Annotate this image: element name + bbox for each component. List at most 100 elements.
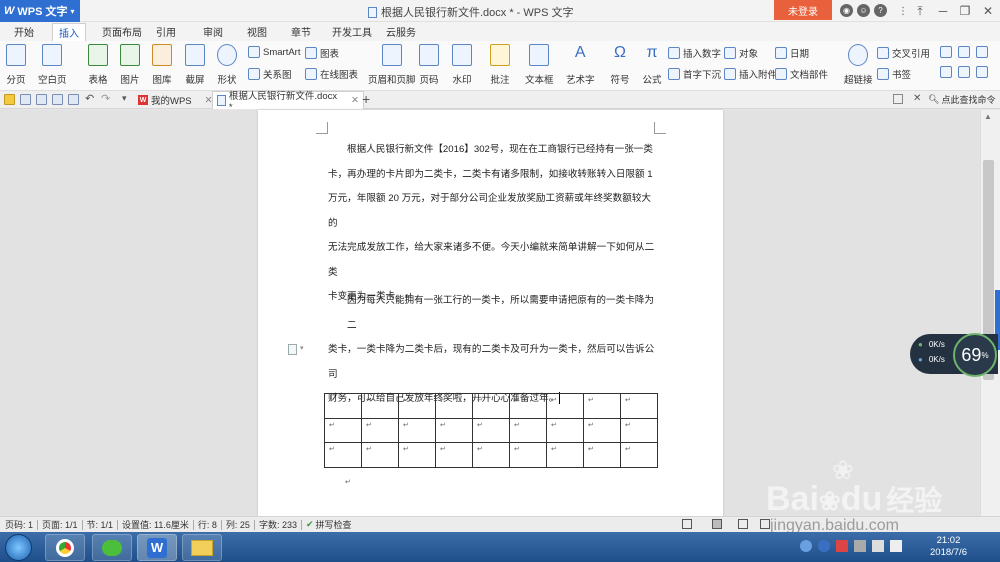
open-icon[interactable] <box>4 94 15 105</box>
symbol-button[interactable]: Ω 符号 <box>610 44 630 86</box>
picture-button[interactable]: 图片 <box>120 44 140 86</box>
status-col[interactable]: 列: 25 <box>226 518 250 531</box>
redo-icon[interactable]: ↷ <box>101 92 110 105</box>
login-button[interactable]: 未登录 <box>774 0 832 20</box>
close-tab-icon[interactable]: ✕ <box>351 95 359 106</box>
export-pdf-icon[interactable] <box>36 94 47 105</box>
close-icon[interactable]: ✕ <box>978 2 998 20</box>
table-cell[interactable]: ↵ <box>472 393 510 419</box>
doc-tab-my-wps[interactable]: W 我的WPS ✕ <box>134 92 217 108</box>
status-words[interactable]: 字数: 233 <box>259 518 297 531</box>
doc-tab-active[interactable]: 根据人民银行新文件.docx * ✕ <box>212 91 364 113</box>
bookmark-button[interactable]: 书签 <box>877 67 911 81</box>
relation-chart-button[interactable]: 关系图 <box>248 67 292 81</box>
table-cell[interactable]: ↵ <box>620 393 658 419</box>
taskbar-wps[interactable]: W <box>137 534 177 561</box>
table-cell[interactable]: ↵ <box>620 442 658 468</box>
table-cell[interactable]: ↵ <box>546 442 584 468</box>
status-pages[interactable]: 页面: 1/1 <box>42 518 78 531</box>
status-setting[interactable]: 设置值: 11.6厘米 <box>122 518 189 531</box>
blank-page-button[interactable]: 空白页 <box>38 44 67 86</box>
chart-button[interactable]: 图表 <box>305 46 339 60</box>
status-section[interactable]: 节: 1/1 <box>87 518 114 531</box>
screenshot-button[interactable]: 截屏 <box>185 44 205 86</box>
system-clock[interactable]: 21:02 2018/7/6 <box>930 535 967 559</box>
table-cell[interactable]: ↵ <box>546 417 584 443</box>
date-button[interactable]: 日期 <box>775 46 809 60</box>
full-screen-icon[interactable] <box>682 519 692 529</box>
undo-icon[interactable]: ↶ <box>85 92 94 105</box>
customize-dropdown-icon[interactable]: ▾ <box>122 93 127 104</box>
table-cell[interactable]: ↵ <box>435 442 473 468</box>
page-view-icon[interactable] <box>712 519 722 529</box>
page-number-button[interactable]: 页码 <box>419 44 439 86</box>
table-cell[interactable]: ↵ <box>509 417 547 443</box>
start-button[interactable] <box>5 534 32 561</box>
taskbar-wechat[interactable] <box>92 534 132 561</box>
lock-icon[interactable] <box>958 66 970 78</box>
tab-chapter[interactable]: 章节 <box>285 24 317 39</box>
table-cell[interactable]: ↵ <box>583 393 621 419</box>
restore-icon[interactable]: ❐ <box>955 2 975 20</box>
tray-icon[interactable] <box>800 540 812 552</box>
tab-review[interactable]: 审阅 <box>197 24 229 39</box>
table-cell[interactable]: ↵ <box>509 393 547 419</box>
help-tray-icon[interactable] <box>818 540 830 552</box>
table-cell[interactable]: ↵ <box>398 442 436 468</box>
chevron-down-icon[interactable]: ▾ <box>300 344 304 352</box>
online-chart-button[interactable]: 在线图表 <box>305 67 358 81</box>
document-table[interactable]: ↵ ↵ ↵ ↵ ↵ ↵ ↵ ↵ ↵ ↵ ↵ ↵ ↵ ↵ ↵ ↵ ↵ ↵ ↵ ↵ ↵ ↵ ↵ ↵ ↵ ↵ ↵ <box>324 393 658 468</box>
help-icon[interactable]: ? <box>874 4 887 17</box>
restore-doc-icon[interactable] <box>893 94 903 104</box>
table-cell[interactable]: ↵ <box>620 417 658 443</box>
watermark-button[interactable]: 水印 <box>452 44 472 86</box>
dropcap-button[interactable]: 首字下沉 <box>668 67 721 81</box>
table-cell[interactable]: ↵ <box>472 442 510 468</box>
shape-button[interactable]: 形状 <box>217 44 237 86</box>
app-menu-button[interactable]: W WPS 文字 ▾ <box>0 0 80 22</box>
table-cell[interactable]: ↵ <box>398 393 436 419</box>
tray-icon[interactable] <box>836 540 848 552</box>
memory-percent-badge[interactable]: 69% <box>953 333 997 377</box>
form-icon[interactable] <box>940 46 952 58</box>
tab-page-layout[interactable]: 页面布局 <box>96 24 148 39</box>
hyperlink-button[interactable]: 超链接 <box>844 44 873 86</box>
object-button[interactable]: 对象 <box>724 46 758 60</box>
tab-view[interactable]: 视图 <box>241 24 273 39</box>
page-break-button[interactable]: 分页 <box>6 44 26 86</box>
status-page[interactable]: 页码: 1 <box>5 518 33 531</box>
tab-insert[interactable]: 插入 <box>52 23 86 41</box>
doc-part-button[interactable]: 文档部件 <box>775 67 828 81</box>
skin-icon[interactable]: ◉ <box>840 4 853 17</box>
checkbox-icon[interactable] <box>940 66 952 78</box>
paragraph-1[interactable]: 根据人民银行新文件【2016】302号，现在在工商银行已经持有一张一类 卡，再办… <box>328 138 658 310</box>
table-cell[interactable]: ↵ <box>583 417 621 443</box>
new-tab-button[interactable]: + <box>362 91 370 107</box>
tab-cloud[interactable]: 云服务 <box>380 24 422 39</box>
tab-references[interactable]: 引用 <box>150 24 182 39</box>
taskbar-chrome[interactable] <box>45 534 85 561</box>
table-cell[interactable]: ↵ <box>435 417 473 443</box>
tab-home[interactable]: 开始 <box>8 24 40 39</box>
tray-icon[interactable] <box>854 540 866 552</box>
scroll-up-icon[interactable]: ▲ <box>984 112 992 121</box>
table-cell[interactable]: ↵ <box>361 393 399 419</box>
formula-button[interactable]: π 公式 <box>642 44 662 86</box>
table-cell[interactable]: ↵ <box>435 393 473 419</box>
outline-view-icon[interactable] <box>738 519 748 529</box>
volume-icon[interactable] <box>890 540 902 552</box>
gallery-button[interactable]: 图库 <box>152 44 172 86</box>
table-cell[interactable]: ↵ <box>398 417 436 443</box>
table-button[interactable]: 表格 <box>88 44 108 86</box>
taskbar-explorer[interactable] <box>182 534 222 561</box>
table-cell[interactable]: ↵ <box>509 442 547 468</box>
save-icon[interactable] <box>20 94 31 105</box>
comment-button[interactable]: 批注 <box>490 44 510 86</box>
minimize-icon[interactable]: ─ <box>933 2 953 20</box>
table-cell[interactable]: ↵ <box>361 417 399 443</box>
smartart-button[interactable]: SmartArt <box>248 46 300 58</box>
textbox-button[interactable]: 文本框 <box>525 44 554 86</box>
attachment-button[interactable]: 插入附件 <box>724 67 777 81</box>
field-icon[interactable] <box>976 46 988 58</box>
find-command-search[interactable]: 🔍︎ 点此查找命令 <box>928 93 995 106</box>
